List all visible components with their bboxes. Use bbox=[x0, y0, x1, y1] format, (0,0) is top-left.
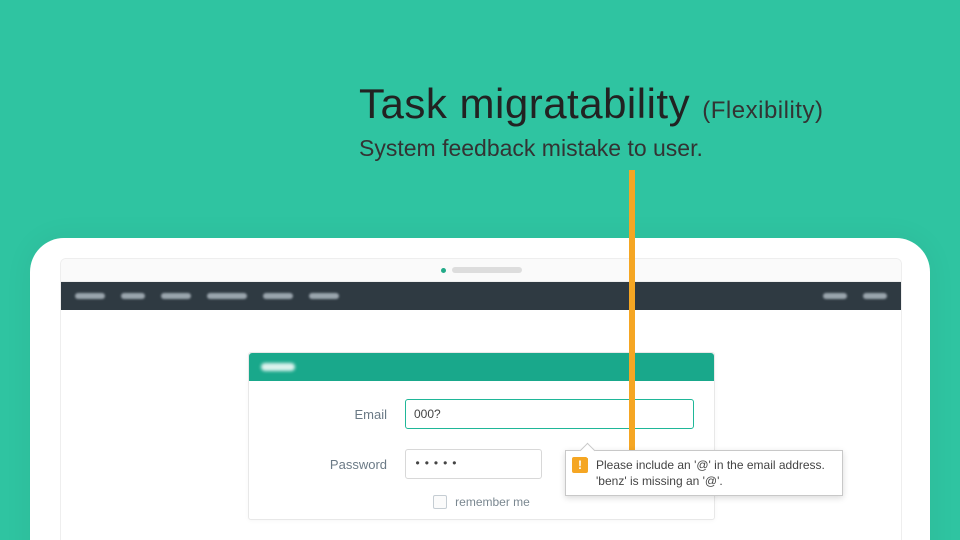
password-label: Password bbox=[269, 457, 405, 472]
login-card-header bbox=[249, 353, 714, 381]
nav-item[interactable] bbox=[161, 293, 191, 299]
email-value: 000? bbox=[414, 407, 441, 421]
site-navbar bbox=[61, 282, 901, 310]
nav-item[interactable] bbox=[823, 293, 847, 299]
remember-checkbox[interactable] bbox=[433, 495, 447, 509]
nav-item[interactable] bbox=[207, 293, 247, 299]
slide-title: Task migratability (Flexibility) bbox=[359, 80, 823, 128]
url-placeholder bbox=[452, 267, 522, 273]
title-sub: (Flexibility) bbox=[702, 97, 823, 124]
tooltip-text: Please include an '@' in the email addre… bbox=[596, 457, 832, 489]
remember-label: remember me bbox=[455, 495, 530, 509]
login-title-placeholder bbox=[261, 363, 295, 371]
nav-item[interactable] bbox=[263, 293, 293, 299]
email-label: Email bbox=[269, 407, 405, 422]
nav-item[interactable] bbox=[75, 293, 105, 299]
nav-item[interactable] bbox=[121, 293, 145, 299]
warning-icon: ! bbox=[572, 457, 588, 473]
password-field[interactable]: ••••• bbox=[405, 449, 542, 479]
title-main: Task migratability bbox=[359, 80, 690, 127]
url-bar bbox=[61, 259, 901, 282]
remember-row: remember me bbox=[269, 495, 694, 509]
callout-line bbox=[629, 170, 635, 450]
validation-tooltip: ! Please include an '@' in the email add… bbox=[565, 450, 843, 496]
nav-item[interactable] bbox=[863, 293, 887, 299]
email-field[interactable]: 000? bbox=[405, 399, 694, 429]
slide: Task migratability (Flexibility) System … bbox=[0, 0, 960, 540]
password-value: ••••• bbox=[414, 457, 460, 471]
slide-subtitle: System feedback mistake to user. bbox=[359, 135, 703, 162]
nav-item[interactable] bbox=[309, 293, 339, 299]
lock-icon bbox=[441, 268, 446, 273]
